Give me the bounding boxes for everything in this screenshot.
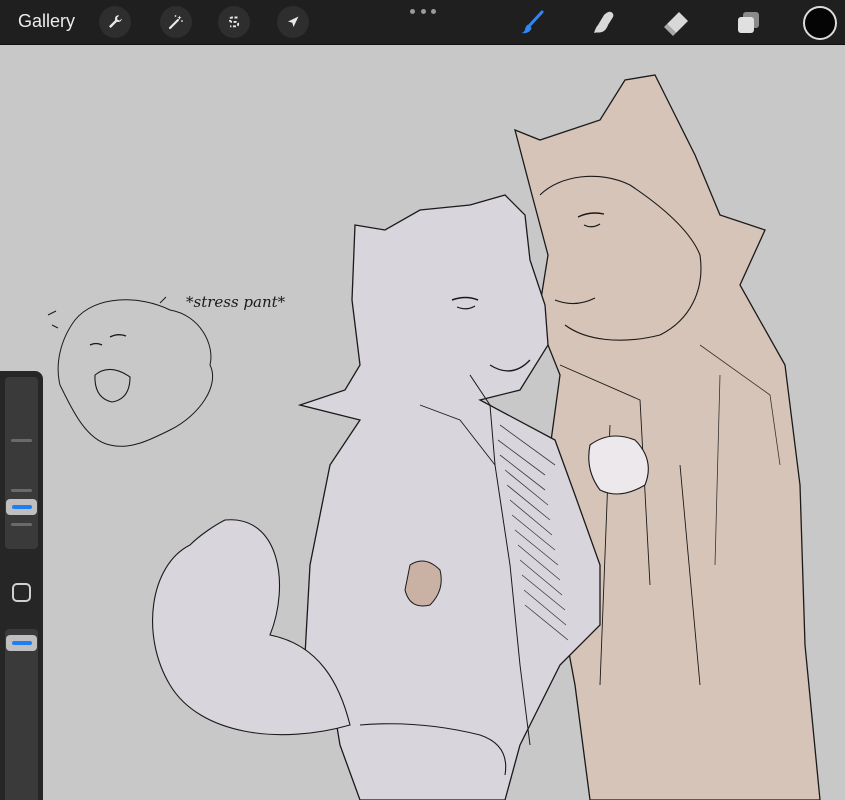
color-picker-swatch[interactable] <box>803 6 837 40</box>
brush-tool-button[interactable] <box>516 7 548 39</box>
opacity-thumb[interactable] <box>6 635 37 651</box>
adjustments-button[interactable] <box>160 6 192 38</box>
stress-pant-annotation: *stress pant* <box>186 293 286 311</box>
gallery-button[interactable]: Gallery <box>18 11 75 32</box>
top-toolbar: Gallery <box>0 0 845 45</box>
brush-icon <box>521 10 544 34</box>
eraser-tool-button[interactable] <box>660 7 692 39</box>
eraser-icon <box>664 12 688 36</box>
wrench-icon <box>109 15 122 28</box>
layers-icon <box>738 12 759 33</box>
stress-pant-doodle <box>47 296 214 447</box>
opacity-slider[interactable] <box>5 629 38 800</box>
modify-button[interactable] <box>12 583 31 602</box>
drawing-canvas[interactable]: *stress pant* <box>0 45 845 800</box>
brush-size-thumb[interactable] <box>6 499 37 515</box>
size-tick-mark <box>11 523 32 526</box>
actions-button[interactable] <box>99 6 131 38</box>
brush-size-slider[interactable] <box>5 377 38 549</box>
smudge-finger-icon <box>594 11 614 34</box>
more-options-button[interactable] <box>410 6 436 16</box>
right-character-sketch <box>514 74 821 800</box>
smudge-tool-button[interactable] <box>588 7 620 39</box>
transform-button[interactable] <box>277 6 309 38</box>
arrow-cursor-icon <box>288 16 299 27</box>
brush-sidebar <box>0 371 43 800</box>
opacity-indicator <box>11 641 32 645</box>
selection-s-icon <box>228 16 240 28</box>
brush-size-indicator <box>11 505 32 509</box>
layers-tool-button[interactable] <box>732 7 764 39</box>
selection-button[interactable] <box>218 6 250 38</box>
sketch-artwork: *stress pant* <box>47 74 821 800</box>
more-dots-icon <box>410 8 415 14</box>
size-tick-mark <box>11 489 32 492</box>
magic-wand-icon <box>168 15 183 30</box>
size-tick-mark <box>11 439 32 442</box>
